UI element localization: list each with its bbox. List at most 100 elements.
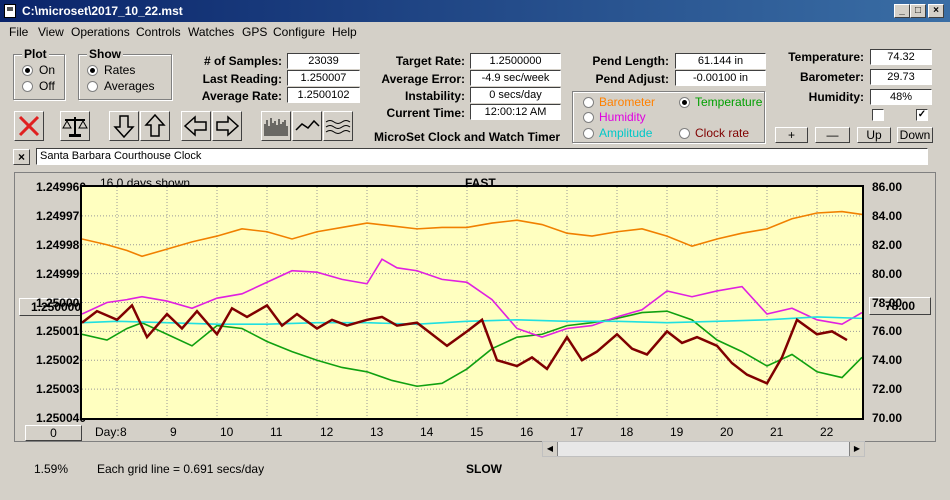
minimize-icon[interactable]: _ [894, 4, 910, 18]
temperature-label: Temperature: [788, 50, 864, 64]
humidity-field: 48% [870, 89, 932, 105]
line-graph-button[interactable] [292, 111, 322, 141]
menu-help[interactable]: Help [332, 25, 357, 39]
average-rate-label: Average Rate: [201, 89, 282, 103]
menu-watches[interactable]: Watches [188, 25, 234, 39]
y-right-tick-label: 82.00 [872, 237, 903, 252]
close-icon[interactable]: × [928, 4, 944, 18]
barometer-option-label: Barometer [599, 95, 656, 109]
temperature-field: 74.32 [870, 49, 932, 65]
plot-group: Plot On Off [13, 47, 65, 100]
menu-gps[interactable]: GPS [242, 25, 267, 39]
wave-graph-button[interactable] [323, 111, 353, 141]
bar-graph-button[interactable] [261, 111, 291, 141]
offset-button[interactable]: 0 [25, 425, 82, 441]
samples-label: # of Samples: [203, 54, 282, 68]
x-tick-label: 14 [420, 425, 434, 439]
clear-clock-button[interactable]: × [13, 149, 30, 165]
x-tick-label: 20 [720, 425, 734, 439]
down-arrow-button[interactable] [109, 111, 139, 141]
scroll-left-icon[interactable]: ◀ [543, 442, 558, 456]
menu-file[interactable]: File [9, 25, 28, 39]
y-right-tick-label: 72.00 [872, 382, 903, 397]
x-tick-label: 8 [120, 425, 127, 439]
x-tick-label: 13 [370, 425, 384, 439]
up-arrow-button[interactable] [140, 111, 170, 141]
clock-rate-radio[interactable] [679, 128, 690, 139]
show-rates-radio[interactable] [87, 65, 98, 76]
series-line-temperature [82, 310, 862, 388]
series-line-barometer [82, 210, 862, 258]
stop-button[interactable] [14, 111, 44, 141]
clock-name-field[interactable]: Santa Barbara Courthouse Clock [36, 148, 928, 165]
series-line-humidity [82, 258, 862, 338]
bar-graph-icon [264, 118, 288, 136]
right-arrow-button[interactable] [212, 111, 242, 141]
humidity-option-label: Humidity [599, 110, 646, 124]
barometer-label: Barometer: [799, 70, 864, 84]
y-left-tick-label: 1.249970 [35, 208, 86, 223]
amplitude-radio[interactable] [583, 128, 594, 139]
y-left-tick-label: 1.249990 [35, 266, 86, 281]
clock-rate-option-label: Clock rate [695, 126, 750, 140]
balance-button[interactable] [60, 111, 90, 141]
app-icon[interactable] [4, 4, 16, 18]
show-averages-radio[interactable] [87, 81, 98, 92]
up-button[interactable]: Up [857, 127, 891, 143]
instability-field: 0 secs/day [470, 87, 561, 103]
temperature-radio[interactable] [679, 97, 690, 108]
down-button[interactable]: Down [897, 127, 933, 143]
minus-button[interactable]: — [815, 127, 850, 143]
environment-checkbox-2[interactable]: ✓ [916, 109, 928, 121]
menu-view[interactable]: View [38, 25, 64, 39]
x-tick-label: 15 [470, 425, 484, 439]
menu-controls[interactable]: Controls [136, 25, 181, 39]
show-averages-label: Averages [104, 79, 155, 93]
stop-x-icon [18, 115, 40, 137]
left-arrow-button[interactable] [181, 111, 211, 141]
environment-checkbox-1[interactable] [872, 109, 884, 121]
x-tick-label: 19 [670, 425, 684, 439]
humidity-label: Humidity: [808, 90, 864, 104]
title-bar: C:\microset\2017_10_22.mst _ □ × [0, 0, 950, 22]
plot-on-radio[interactable] [22, 65, 33, 76]
pend-length-field: 61.144 in [675, 53, 766, 69]
samples-field: 23039 [287, 53, 360, 69]
pend-length-label: Pend Length: [592, 54, 669, 68]
menu-operations[interactable]: Operations [71, 25, 130, 39]
arrow-down-icon [113, 115, 135, 139]
y-left-tick-label: 1.250030 [35, 382, 86, 397]
y-left-tick-label: 1.250010 [35, 324, 86, 339]
show-group-label: Show [87, 47, 123, 61]
arrow-up-icon [144, 113, 166, 137]
horizontal-scrollbar[interactable]: ◀ ▶ [542, 441, 865, 457]
wave-graph-icon [325, 120, 351, 134]
barometer-radio[interactable] [583, 97, 594, 108]
scroll-right-icon[interactable]: ▶ [849, 442, 864, 456]
humidity-radio[interactable] [583, 112, 594, 123]
x-tick-label: 17 [570, 425, 584, 439]
plot-off-radio[interactable] [22, 81, 33, 92]
maximize-icon[interactable]: □ [910, 4, 926, 18]
average-rate-field: 1.2500102 [287, 87, 360, 103]
x-tick-label: 9 [170, 425, 177, 439]
y-right-tick-label: 74.00 [872, 353, 903, 368]
average-error-label: Average Error: [381, 72, 465, 86]
y-right-tick-label: 76.00 [872, 324, 903, 339]
y-left-tick-label: 1.249960 [35, 180, 86, 194]
grid-note-label: Each grid line = 0.691 secs/day [97, 462, 265, 476]
plus-button[interactable]: + [775, 127, 808, 143]
pend-adjust-field: -0.00100 in [675, 70, 766, 86]
x-tick-label: 10 [220, 425, 234, 439]
window-title: C:\microset\2017_10_22.mst [22, 4, 183, 18]
y-right-tick-label: 84.00 [872, 208, 903, 223]
last-reading-field: 1.250007 [287, 70, 360, 86]
menu-configure[interactable]: Configure [273, 25, 325, 39]
arrow-left-icon [183, 115, 207, 137]
plot-on-label: On [39, 63, 56, 77]
app-name-label: MicroSet Clock and Watch Timer [374, 130, 561, 144]
x-tick-label: 16 [520, 425, 534, 439]
temperature-option-label: Temperature [695, 95, 763, 109]
chart-svg [82, 187, 862, 418]
y-left-tick-label: 1.249980 [35, 237, 86, 252]
